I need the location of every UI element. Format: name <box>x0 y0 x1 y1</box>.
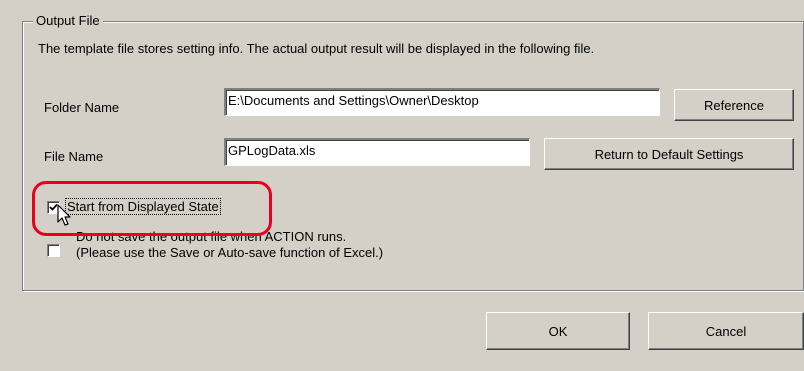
mouse-pointer-icon <box>57 204 71 226</box>
groupbox-title: Output File <box>33 12 103 30</box>
output-settings-dialog: Output File The template file stores set… <box>0 0 804 371</box>
no-save-label-line2[interactable]: (Please use the Save or Auto-save functi… <box>76 245 383 260</box>
ok-button[interactable]: OK <box>486 312 630 350</box>
reference-button[interactable]: Reference <box>674 89 794 121</box>
folder-name-input[interactable]: E:\Documents and Settings\Owner\Desktop <box>224 88 660 116</box>
start-displayed-label[interactable]: Start from Displayed State <box>65 198 221 215</box>
no-save-checkbox[interactable] <box>47 244 60 257</box>
output-file-description: The template file stores setting info. T… <box>38 41 595 56</box>
return-to-default-button[interactable]: Return to Default Settings <box>544 138 794 170</box>
file-name-label: File Name <box>44 149 104 164</box>
no-save-label-line1[interactable]: Do not save the output file when ACTION … <box>76 229 346 244</box>
folder-name-label: Folder Name <box>44 100 120 115</box>
cancel-button[interactable]: Cancel <box>648 312 804 350</box>
file-name-input[interactable]: GPLogData.xls <box>224 138 530 166</box>
